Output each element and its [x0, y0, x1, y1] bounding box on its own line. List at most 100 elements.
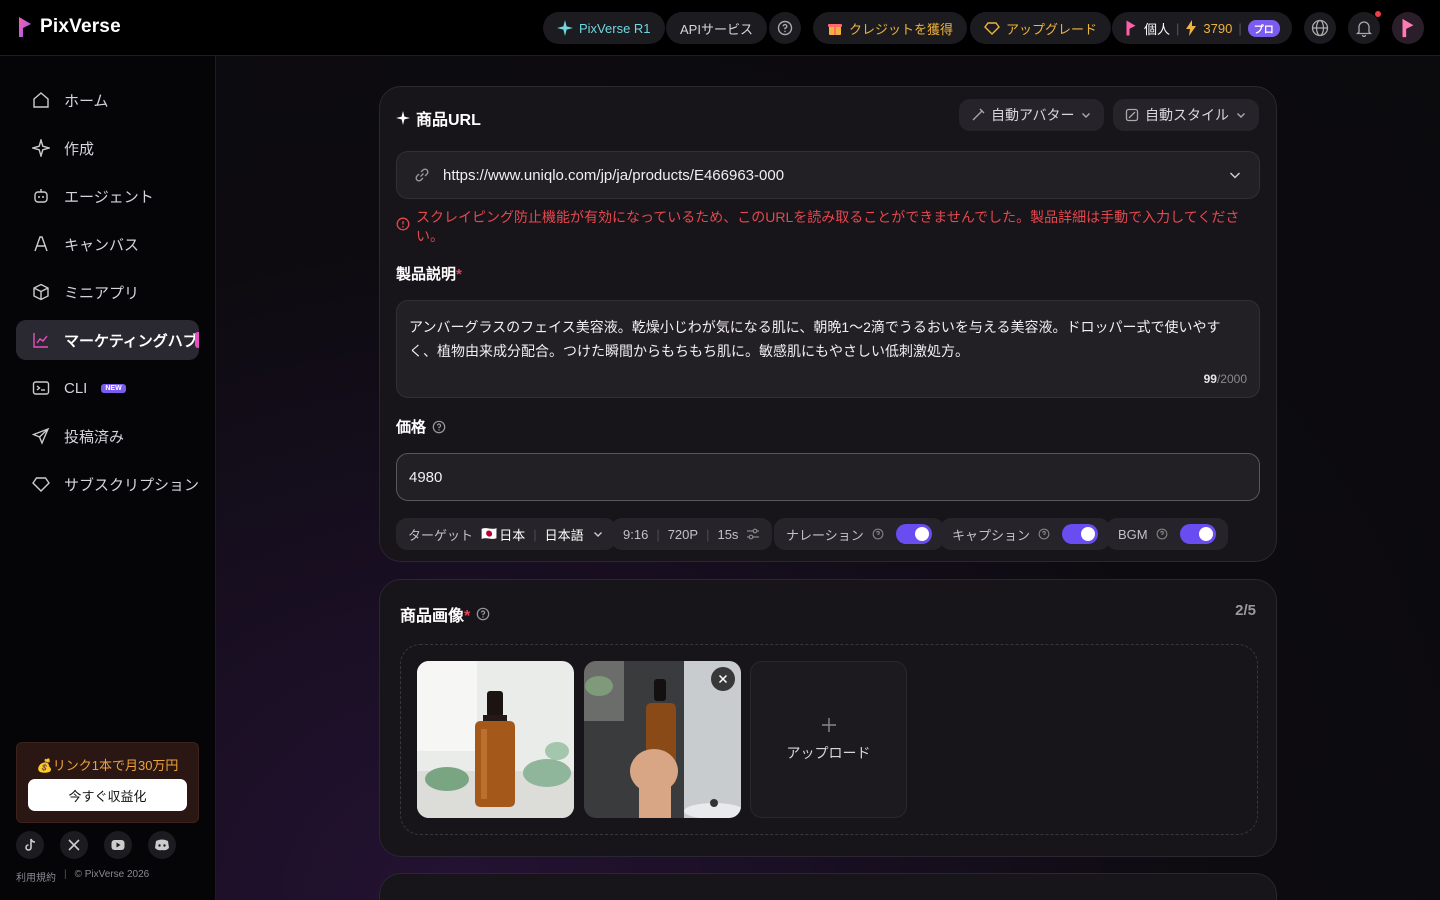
caption-toggle[interactable]: キャプション: [940, 518, 1111, 550]
promo-text: 💰リンク1本で月30万円: [36, 758, 179, 773]
char-counter: 99/2000: [1203, 372, 1247, 386]
api-service-button[interactable]: APIサービス: [666, 12, 767, 44]
flag-icon: 🇯🇵: [481, 526, 498, 541]
avatar[interactable]: [1392, 12, 1424, 44]
canvas-icon: [34, 236, 48, 252]
user-avatar-icon: [1402, 18, 1414, 38]
sidebar-item-cli[interactable]: CLI NEW: [16, 368, 199, 408]
target-dropdown[interactable]: ターゲット 🇯🇵 日本 | 日本語: [396, 518, 616, 550]
globe-icon: [1311, 19, 1329, 37]
bgm-toggle[interactable]: BGM: [1106, 518, 1228, 550]
product-image-1[interactable]: [417, 661, 574, 818]
url-value: https://www.uniqlo.com/jp/ja/products/E4…: [443, 166, 785, 184]
remove-image-button[interactable]: [711, 667, 735, 691]
robot-icon: [34, 189, 48, 203]
help-button[interactable]: [769, 12, 801, 44]
pixverse-r1-button[interactable]: PixVerse R1: [543, 12, 665, 44]
terms-link[interactable]: 利用規約: [16, 869, 56, 884]
upload-button[interactable]: アップロード: [750, 661, 907, 818]
cube-icon: [33, 283, 49, 301]
sidebar-footer: 利用規約 | © PixVerse 2026: [16, 869, 150, 884]
plus-icon: [821, 717, 836, 732]
question-circle-icon: [1156, 528, 1168, 540]
price-input[interactable]: 4980: [396, 453, 1260, 501]
new-badge: NEW: [101, 383, 126, 393]
sidebar-item-subscription[interactable]: サブスクリプション: [16, 464, 199, 504]
account-logo-icon: [1126, 20, 1136, 36]
sidebar-item-create[interactable]: 作成: [16, 128, 199, 168]
desc-label: 製品説明*: [396, 266, 462, 283]
sidebar-item-mini-apps[interactable]: ミニアプリ: [16, 272, 199, 312]
active-indicator: [195, 332, 199, 348]
product-url-card: 商品URL 自動アバター 自動スタイル https://www.uniqlo.c…: [379, 86, 1277, 562]
question-circle-icon: [872, 528, 884, 540]
sliders-icon: [747, 528, 760, 540]
sparkle-icon: [557, 20, 573, 36]
auto-style-dropdown[interactable]: 自動スタイル: [1113, 99, 1259, 131]
narration-switch[interactable]: [895, 524, 932, 544]
next-card: [379, 873, 1277, 900]
question-circle-icon[interactable]: [476, 607, 490, 621]
tiktok-link[interactable]: [16, 831, 44, 859]
notifications-button[interactable]: [1348, 12, 1380, 44]
x-link[interactable]: [60, 831, 88, 859]
url-error-message: スクレイピング防止機能が有効になっているため、このURLを読み取ることができませ…: [396, 208, 1256, 246]
bell-icon: [1356, 21, 1372, 37]
chevron-down-icon: [1237, 113, 1245, 118]
image-count: 2/5: [1235, 602, 1256, 619]
pro-badge: プロ: [1247, 19, 1280, 37]
lightning-icon: [1186, 20, 1197, 36]
question-circle-icon: [777, 20, 793, 36]
x-icon: [68, 839, 80, 851]
caption-switch[interactable]: [1062, 524, 1099, 544]
terminal-icon: [32, 381, 50, 395]
wand-icon: [972, 108, 985, 121]
top-bar: PixVerse PixVerse R1 APIサービス クレジットを獲得 アッ…: [0, 0, 1440, 56]
auto-avatar-dropdown[interactable]: 自動アバター: [959, 99, 1105, 131]
sparkle-icon: [396, 111, 410, 125]
youtube-icon: [111, 840, 125, 850]
sidebar-item-canvas[interactable]: キャンバス: [16, 224, 199, 264]
home-icon: [33, 92, 49, 108]
close-icon: [718, 674, 728, 684]
pixverse-logo-icon: [19, 17, 31, 37]
image-dropzone: アップロード: [400, 644, 1258, 835]
product-image-2[interactable]: [584, 661, 741, 818]
bgm-switch[interactable]: [1179, 524, 1216, 544]
language-button[interactable]: [1304, 12, 1336, 44]
chevron-down-icon[interactable]: [1227, 167, 1243, 183]
discord-icon: [155, 839, 169, 851]
sidebar: ホーム 作成 エージェント キャンバス ミニアプリ マーケティングハブ CLI …: [0, 56, 216, 900]
notification-dot: [1375, 11, 1381, 17]
tiktok-icon: [25, 838, 36, 851]
alert-circle-icon: [396, 217, 410, 231]
get-credits-button[interactable]: クレジットを獲得: [813, 12, 968, 44]
account-credits-button[interactable]: 個人 | 3790 | プロ: [1112, 12, 1292, 44]
discord-link[interactable]: [148, 831, 176, 859]
sidebar-item-home[interactable]: ホーム: [16, 80, 199, 120]
monetize-promo: 💰リンク1本で月30万円 今すぐ収益化: [16, 742, 199, 823]
diamond-icon: [32, 477, 50, 492]
price-label: 価格: [396, 416, 446, 437]
chart-line-icon: [33, 333, 48, 348]
question-circle-icon[interactable]: [432, 420, 446, 434]
product-description-textarea[interactable]: アンバーグラスのフェイス美容液。乾燥小じわが気になる肌に、朝晩1〜2滴でうるおい…: [396, 300, 1260, 398]
chevron-down-icon: [593, 532, 602, 537]
sidebar-item-marketing-hub[interactable]: マーケティングハブ: [16, 320, 199, 360]
chevron-down-icon: [1082, 113, 1091, 118]
narration-toggle[interactable]: ナレーション: [774, 518, 944, 550]
gift-icon: [828, 24, 842, 35]
video-settings-button[interactable]: 9:16 | 720P | 15s: [611, 518, 773, 550]
sparkle-icon: [32, 139, 50, 157]
sidebar-item-agent[interactable]: エージェント: [16, 176, 199, 216]
youtube-link[interactable]: [104, 831, 132, 859]
style-icon: [1125, 108, 1139, 122]
upgrade-button[interactable]: アップグレード: [970, 12, 1112, 44]
send-icon: [32, 427, 50, 445]
main-content: 商品URL 自動アバター 自動スタイル https://www.uniqlo.c…: [216, 56, 1440, 900]
card-title-images: 商品画像*: [400, 602, 490, 626]
product-url-input[interactable]: https://www.uniqlo.com/jp/ja/products/E4…: [396, 151, 1260, 199]
sidebar-item-posted[interactable]: 投稿済み: [16, 416, 199, 456]
monetize-button[interactable]: 今すぐ収益化: [28, 779, 187, 811]
brand-logo[interactable]: PixVerse: [18, 15, 121, 39]
